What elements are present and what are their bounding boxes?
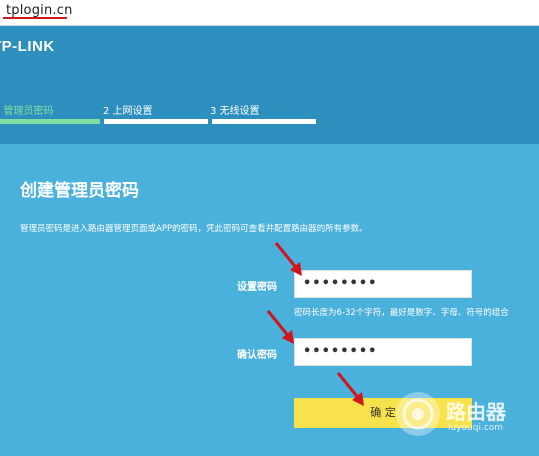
password-field[interactable]: •••••••• [294,270,472,298]
tp-link-logo: TP-LINK [0,38,55,55]
watermark-subtitle: luyouqi.com [448,423,504,433]
step-admin-password-bar [0,119,100,124]
step-internet-settings: 2 上网设置 [103,106,153,117]
header: TP-LINK 1 管理员密码 2 上网设置 3 无线设置 [0,26,539,144]
watermark-title: 路由器 [446,400,506,424]
url-annotation-underline [3,17,67,19]
setup-steps: 1 管理员密码 2 上网设置 3 无线设置 [0,102,320,126]
password-hint: 密码长度为6-32个字符，最好是数字、字母、符号的组合 [294,308,509,318]
red-arrow-icon [336,372,364,406]
watermark: 路由器 luyouqi.com [396,392,536,442]
address-url[interactable]: tplogin.cn [6,3,73,18]
address-bar[interactable]: tplogin.cn [0,0,539,26]
red-arrow-icon [274,242,302,276]
confirm-password-field[interactable]: •••••••• [294,338,472,366]
page-title: 创建管理员密码 [20,181,139,201]
step-wireless-settings-bar [212,119,316,124]
red-arrow-icon [266,310,294,344]
confirm-password-label: 确认密码 [237,350,277,361]
page-description: 管理员密码是进入路由器管理页面或APP的密码，凭此密码可查看并配置路由器的所有参… [20,224,368,234]
step-internet-settings-bar [104,119,208,124]
step-wireless-settings: 3 无线设置 [210,106,260,117]
router-logo-icon [396,392,440,436]
password-label: 设置密码 [237,282,277,293]
step-admin-password: 1 管理员密码 [0,106,54,117]
